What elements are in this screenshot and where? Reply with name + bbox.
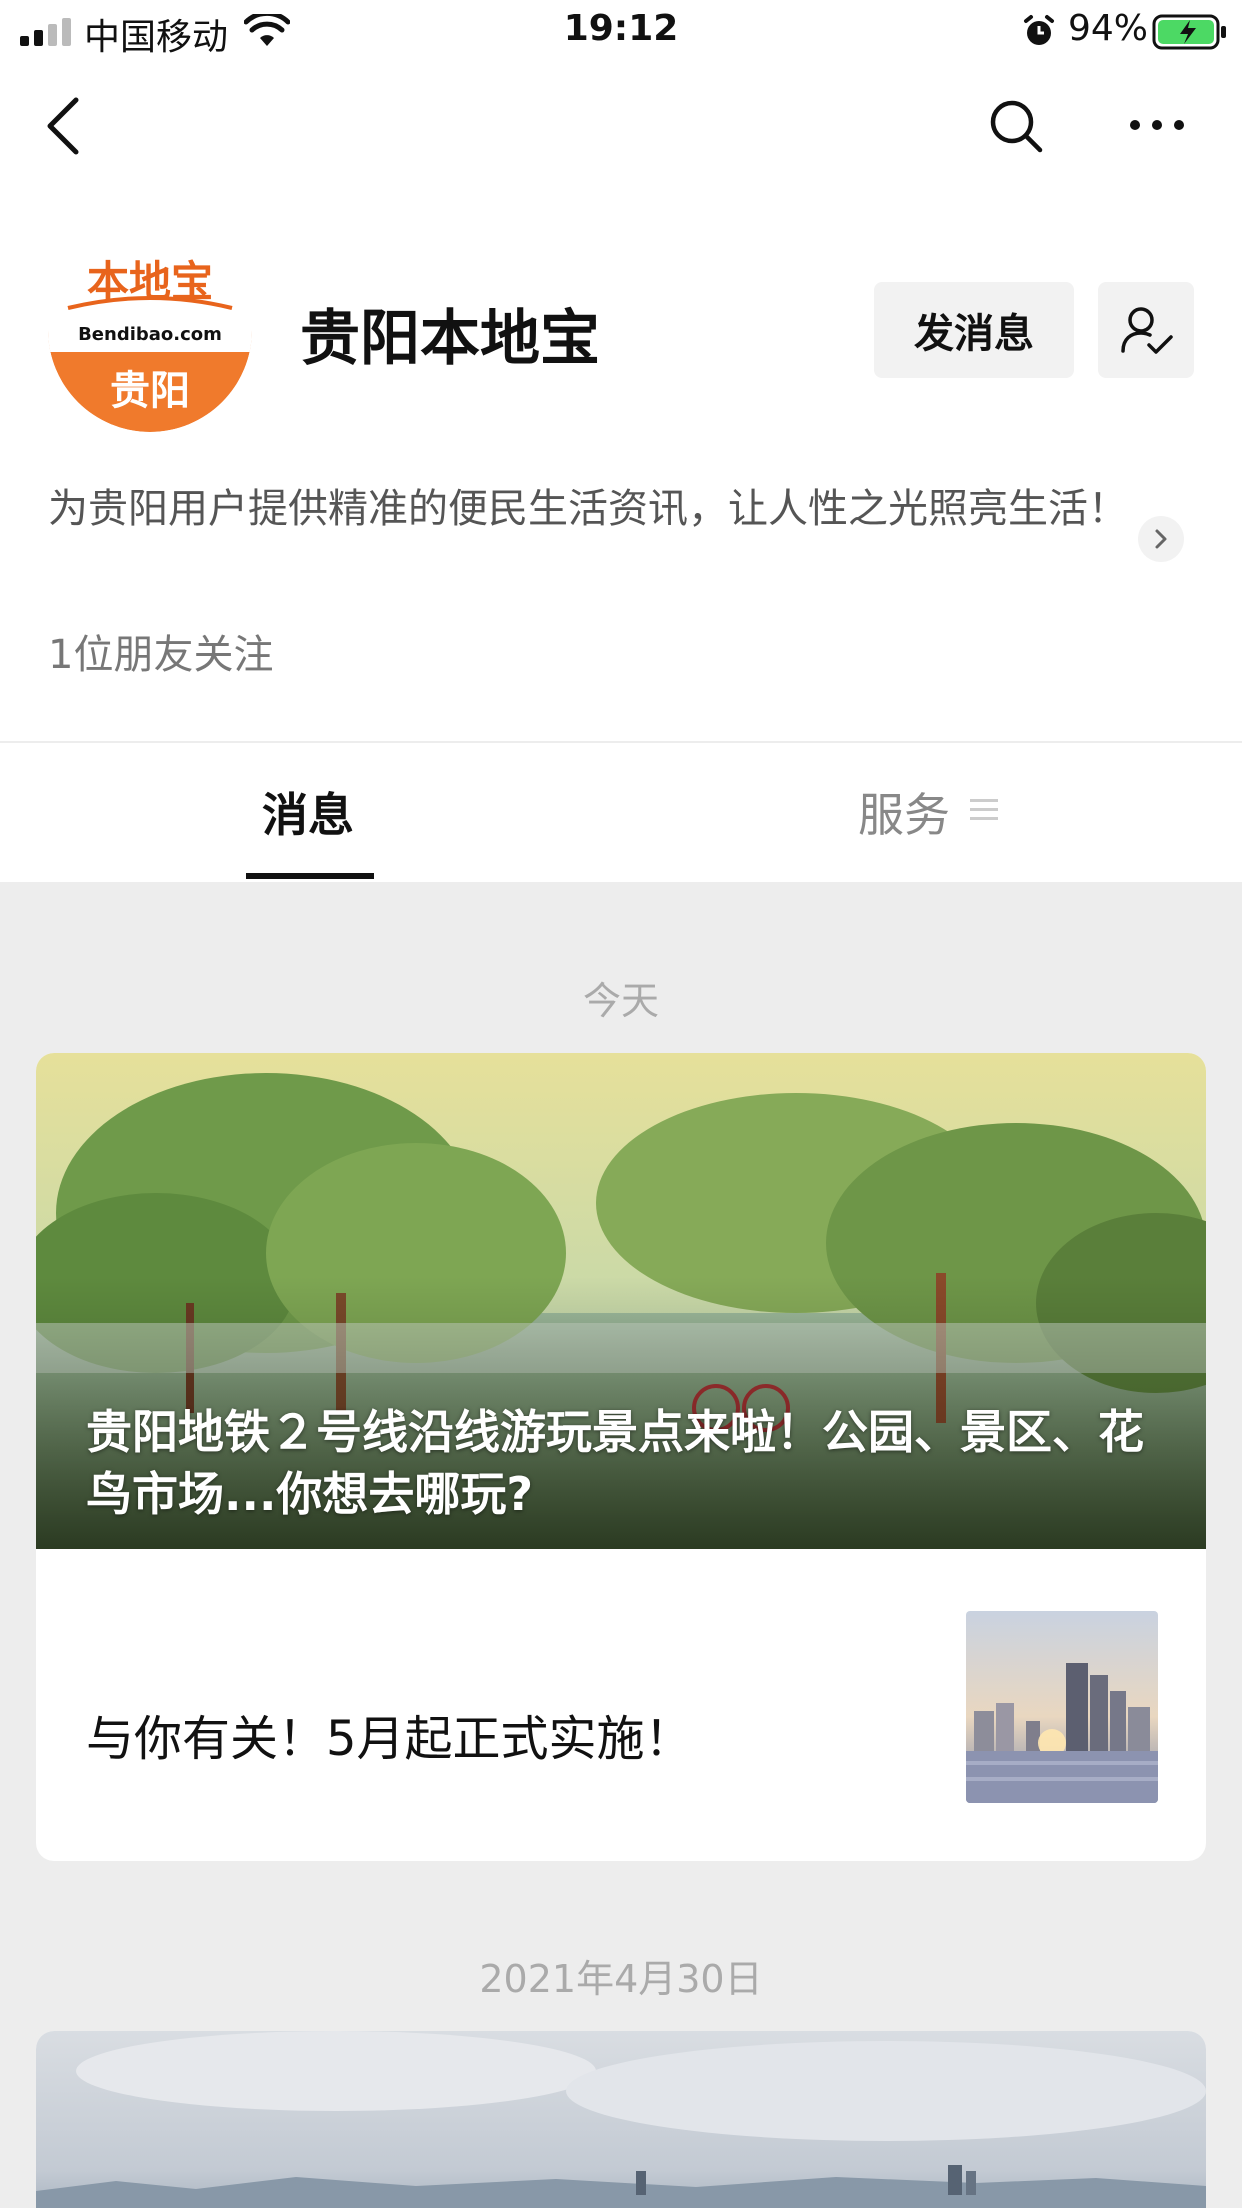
back-icon[interactable] (44, 96, 84, 156)
status-bar: 中国移动 19:12 94% (0, 0, 1242, 62)
account-header-area: 中国移动 19:12 94% 本地宝 Bendibao.com 贵阳 贵阳本地宝… (0, 0, 1242, 741)
sub-article-title[interactable]: 与你有关！5月起正式实施！ (86, 1699, 693, 1769)
tab-services[interactable]: 服务 (858, 779, 950, 845)
more-icon[interactable] (1128, 112, 1186, 138)
logo-domain-text: Bendibao.com (78, 324, 222, 345)
logo-city-text: 贵阳 (110, 368, 190, 414)
send-message-button[interactable]: 发消息 (874, 282, 1074, 378)
hero-article[interactable] (36, 2031, 1206, 2208)
menu-icon[interactable] (970, 797, 998, 823)
followers-count[interactable]: 1位朋友关注 (48, 622, 273, 680)
battery-icon (1152, 14, 1226, 50)
user-check-icon (1121, 307, 1173, 354)
article-card (36, 2031, 1206, 2208)
article-card: 贵阳地铁２号线沿线游玩景点来啦！公园、景区、花鸟市场...你想去哪玩? 与你有关… (36, 1053, 1206, 1861)
bendibao-logo: 本地宝 Bendibao.com 贵阳 (48, 257, 252, 432)
tab-bar: 消息 服务 (0, 743, 1242, 882)
hero-article-title: 贵阳地铁２号线沿线游玩景点来啦！公园、景区、花鸟市场...你想去哪玩? (86, 1405, 1144, 1521)
search-icon[interactable] (988, 98, 1044, 154)
city-skyline-image (966, 1611, 1158, 1803)
account-name: 贵阳本地宝 (300, 304, 600, 374)
follow-status-button[interactable] (1098, 282, 1194, 378)
description-expand-button[interactable] (1138, 516, 1184, 562)
chevron-right-icon (1155, 529, 1167, 549)
battery-percent: 94% (1068, 8, 1149, 49)
account-description[interactable]: 为贵阳用户提供精准的便民生活资讯，让人性之光照亮生活！ (48, 476, 1128, 542)
tab-active-indicator (246, 873, 374, 879)
hero-article[interactable]: 贵阳地铁２号线沿线游玩景点来啦！公园、景区、花鸟市场...你想去哪玩? (36, 1053, 1206, 1549)
tab-messages[interactable]: 消息 (228, 779, 388, 845)
alarm-icon (1024, 15, 1054, 45)
city-panorama-image (36, 2031, 1206, 2208)
account-avatar[interactable]: 本地宝 Bendibao.com 贵阳 (48, 228, 252, 432)
sub-article-thumbnail[interactable] (966, 1611, 1158, 1803)
date-label-20210430: 2021年4月30日 (479, 1957, 763, 2001)
date-label-today: 今天 (582, 979, 659, 1023)
